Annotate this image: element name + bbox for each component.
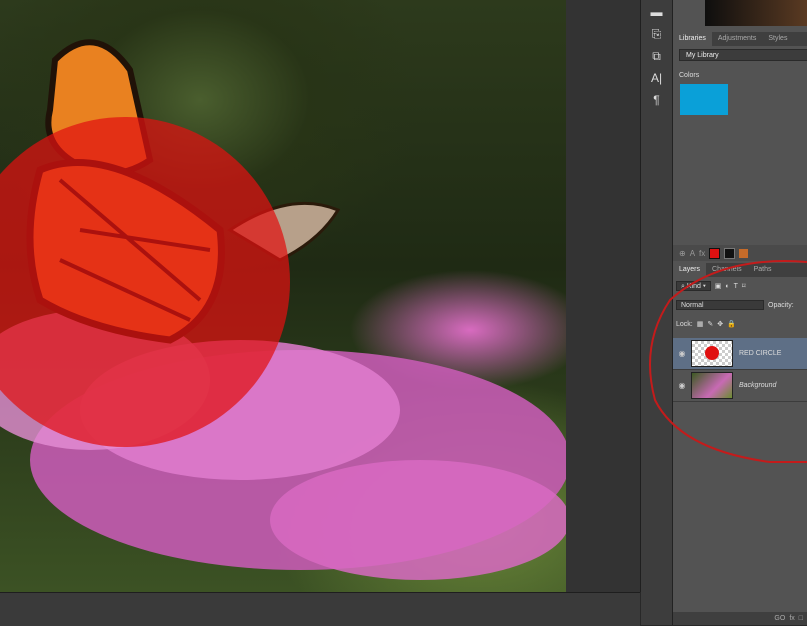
- color-gradient-preview: [705, 0, 807, 26]
- library-asset-icon[interactable]: [739, 248, 749, 258]
- library-color-swatch[interactable]: [680, 84, 728, 115]
- document-canvas[interactable]: [0, 0, 566, 592]
- blend-mode-value: Normal: [681, 302, 704, 309]
- tab-adjustments[interactable]: Adjustments: [712, 32, 763, 46]
- lock-label: Lock:: [676, 320, 693, 328]
- library-toolbar: ⊕ A fx: [673, 245, 807, 261]
- layer-name: RED CIRCLE: [739, 350, 782, 357]
- filter-kind-value: Kind: [686, 283, 701, 290]
- visibility-eye-icon[interactable]: ◉: [673, 349, 691, 358]
- lock-transparency-icon[interactable]: ▦: [697, 320, 704, 328]
- opacity-label: Opacity:: [768, 301, 794, 309]
- add-graphic-icon[interactable]: ⊕: [679, 249, 686, 258]
- lock-pixels-icon[interactable]: ✎: [707, 320, 713, 328]
- colors-heading: Colors: [679, 72, 700, 79]
- layer-row-red-circle[interactable]: ◉ RED CIRCLE: [673, 338, 807, 370]
- lock-all-icon[interactable]: 🔒: [727, 320, 736, 328]
- blend-row: Normal Opacity:: [676, 299, 807, 311]
- lock-row: Lock: ▦ ✎ ✥ 🔒: [676, 318, 807, 330]
- background-color-icon[interactable]: [724, 247, 736, 259]
- right-panel: Libraries Adjustments Styles My Library …: [673, 0, 807, 625]
- libraries-tab-bar: Libraries Adjustments Styles: [673, 32, 807, 46]
- link-layers-icon[interactable]: GO: [774, 615, 785, 622]
- tab-styles[interactable]: Styles: [762, 32, 793, 46]
- layer-name: Background: [739, 382, 777, 389]
- layer-thumbnail: [691, 372, 733, 399]
- blend-mode-select[interactable]: Normal: [676, 300, 764, 310]
- layer-thumbnail: [691, 340, 733, 367]
- panel-tool-strip: ▬ ⎘ ⧉ A| ¶: [641, 0, 673, 625]
- filter-pixel-icon[interactable]: ▣: [715, 282, 722, 290]
- new-layer-icon[interactable]: □: [799, 615, 803, 622]
- canvas-scroll-area: [0, 592, 640, 626]
- lock-position-icon[interactable]: ✥: [717, 320, 723, 328]
- properties-icon[interactable]: ⎘: [647, 26, 667, 42]
- library-dropdown[interactable]: My Library: [679, 49, 807, 61]
- layer-row-background[interactable]: ◉ Background: [673, 370, 807, 402]
- fx-icon[interactable]: fx: [789, 615, 794, 622]
- character-style-icon[interactable]: A: [690, 249, 695, 258]
- tab-paths[interactable]: Paths: [748, 263, 778, 277]
- filter-kind-select[interactable]: ⌕ Kind ▾: [676, 281, 711, 291]
- clone-source-icon[interactable]: ⧉: [647, 48, 667, 64]
- visibility-eye-icon[interactable]: ◉: [673, 381, 691, 390]
- foreground-color-icon[interactable]: [709, 247, 721, 259]
- paragraph-icon[interactable]: ¶: [647, 92, 667, 108]
- filter-adjust-icon[interactable]: ◐: [725, 283, 729, 290]
- character-icon[interactable]: A|: [647, 70, 667, 86]
- layer-filter-row: ⌕ Kind ▾ ▣ ◐ T ⌑: [676, 280, 807, 292]
- layer-style-icon[interactable]: fx: [699, 249, 705, 258]
- canvas-artwork: [0, 39, 566, 580]
- filter-shape-icon[interactable]: ⌑: [742, 282, 746, 290]
- tab-libraries[interactable]: Libraries: [673, 32, 712, 46]
- canvas-gutter: [566, 0, 641, 592]
- layers-tab-bar: Layers Channels Paths: [673, 263, 807, 277]
- filter-type-icon[interactable]: T: [734, 283, 738, 290]
- layers-footer: GO fx □: [673, 612, 807, 625]
- history-icon[interactable]: ▬: [647, 4, 667, 20]
- tab-channels[interactable]: Channels: [706, 263, 748, 277]
- tab-layers[interactable]: Layers: [673, 263, 707, 277]
